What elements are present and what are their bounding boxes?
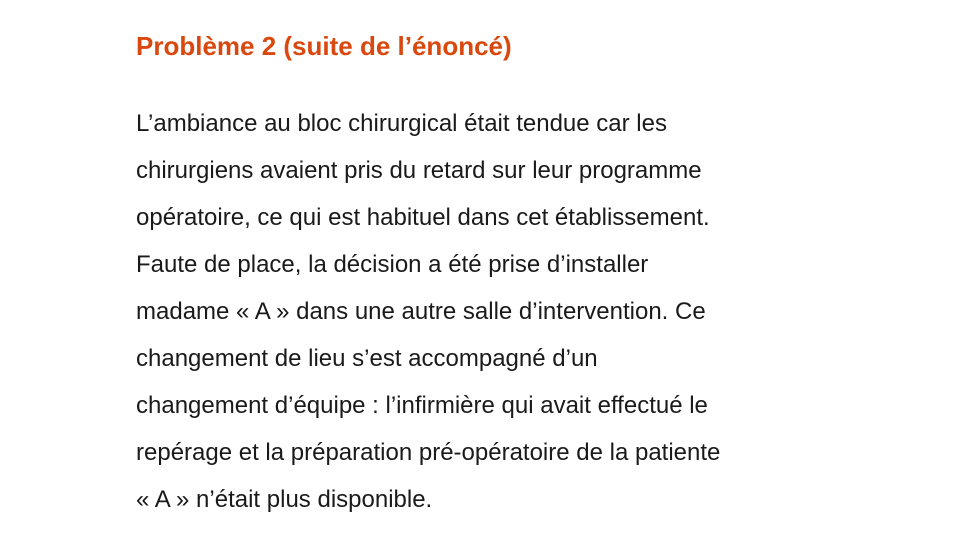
body-line: « A » n’était plus disponible.	[136, 486, 433, 513]
body-line: Faute de place, la décision a été prise …	[136, 251, 649, 278]
slide-body-text: L’ambiance au bloc chirurgical était ten…	[136, 100, 856, 523]
slide: Problème 2 (suite de l’énoncé) L’ambianc…	[0, 0, 960, 540]
body-line: L’ambiance au bloc chirurgical était ten…	[136, 110, 667, 137]
body-line: changement d’équipe : l’infirmière qui a…	[136, 392, 708, 419]
body-line: repérage et la préparation pré-opératoir…	[136, 439, 721, 466]
body-line: changement de lieu s’est accompagné d’un	[136, 345, 598, 372]
body-line: chirurgiens avaient pris du retard sur l…	[136, 157, 702, 184]
body-line: madame « A » dans une autre salle d’inte…	[136, 298, 706, 325]
slide-title: Problème 2 (suite de l’énoncé)	[136, 31, 512, 61]
body-line: opératoire, ce qui est habituel dans cet…	[136, 204, 710, 231]
